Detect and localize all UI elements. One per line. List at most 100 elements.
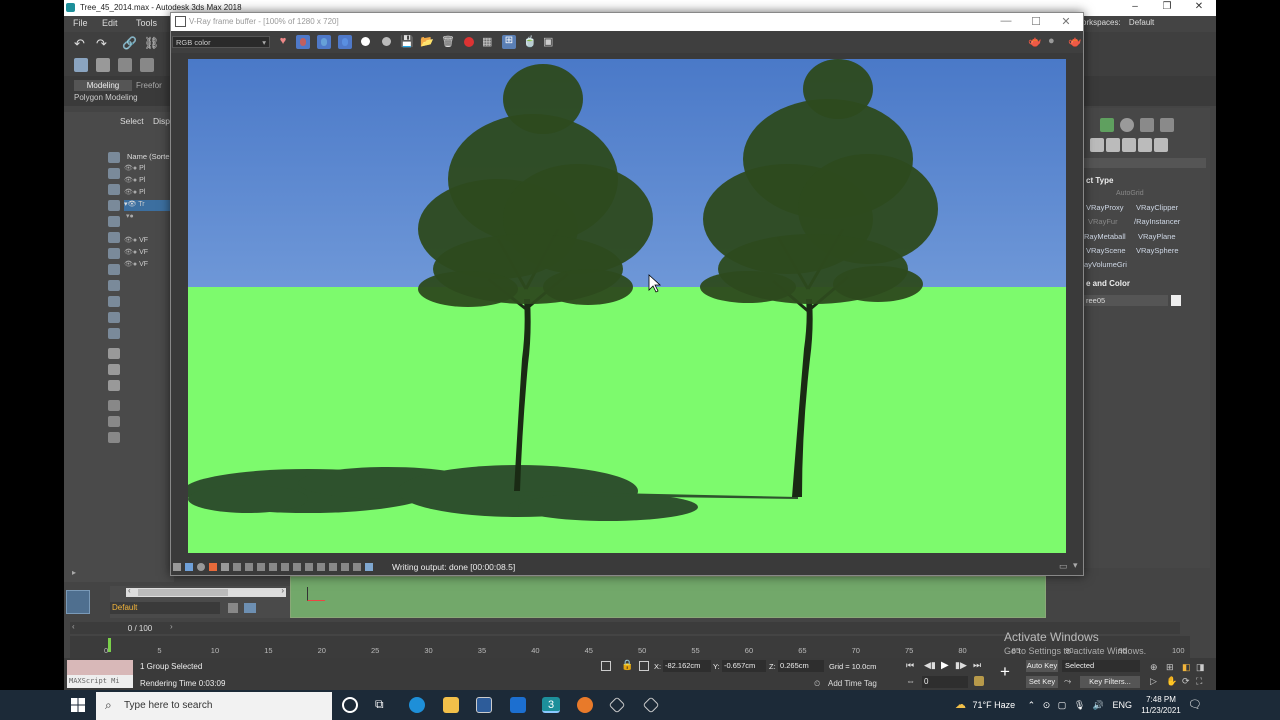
shapes-icon[interactable] [1106, 138, 1120, 152]
ribbon-tab-modeling[interactable]: Modeling [74, 80, 132, 91]
menu-edit[interactable]: Edit [102, 18, 118, 28]
vfb-teapot-icon-2[interactable]: ● [1048, 35, 1062, 49]
weather-text[interactable]: 71°F Haze [973, 700, 1016, 710]
vrayinstancer-button[interactable]: /RayInstancer [1134, 217, 1180, 226]
explorer-layer-icon[interactable] [108, 432, 120, 443]
weather-icon[interactable]: ☁ [955, 699, 966, 711]
list-item[interactable]: ▾👁 Tr [124, 200, 174, 211]
maxscript-mini-listener[interactable]: MAXScript Mi [67, 675, 133, 688]
vrayclipper-button[interactable]: VRayClipper [1136, 203, 1178, 212]
auto-key-button[interactable]: Auto Key [1026, 660, 1058, 672]
x-coord-field[interactable]: -82.162cm [663, 660, 711, 672]
list-item[interactable]: 👁● Pl [124, 176, 174, 187]
filter-hidden-icon[interactable] [108, 328, 120, 339]
z-coord-field[interactable]: 0.265cm [778, 660, 824, 672]
cortana-icon[interactable] [342, 697, 358, 713]
explorer-horizontal-scrollbar[interactable]: ‹ › [126, 586, 286, 597]
task-view-icon[interactable]: ⧉ [375, 697, 391, 713]
time-configuration-icon[interactable] [974, 676, 984, 686]
list-item[interactable]: 👁● Pl [124, 164, 174, 175]
region-render-icon[interactable]: ▦ [482, 35, 496, 49]
time-cursor[interactable] [108, 638, 111, 652]
filter-spacewarps-icon[interactable] [108, 232, 120, 243]
teapot-icon[interactable] [74, 58, 88, 72]
add-time-tag[interactable]: Add Time Tag [828, 679, 877, 688]
network-icon[interactable]: ⊙ [1043, 700, 1051, 710]
viewport-navigation-icons[interactable]: ⊕ ⊞ ◧ ◨ ▷ ✋ ⟳ ⛶ [1148, 660, 1208, 688]
mail-icon[interactable] [510, 697, 526, 713]
vfb-status-tools[interactable] [173, 563, 373, 572]
taskbar-search-box[interactable]: ⌕ Type here to search [96, 692, 332, 720]
name-and-color-header[interactable]: e and Color [1086, 279, 1130, 288]
absolute-mode-icon[interactable] [639, 661, 649, 671]
zoom-extents-all-icon[interactable]: ◨ [1196, 662, 1205, 673]
lights-icon[interactable] [1122, 138, 1136, 152]
load-image-icon[interactable]: 📂 [420, 35, 434, 49]
go-to-start-icon[interactable]: ⏮ [906, 660, 914, 671]
utilities-tab-icon[interactable] [1160, 118, 1174, 132]
tray-chevron-icon[interactable]: ⌃ [1028, 700, 1036, 710]
scroll-left-icon[interactable]: ‹ [128, 586, 131, 595]
render-frame-icon[interactable] [140, 58, 154, 72]
hierarchy-tab-icon[interactable] [1140, 118, 1154, 132]
max-minimize-button[interactable]: – [1120, 1, 1150, 12]
render-history-icon[interactable]: ▣ [543, 35, 557, 49]
histogram-icon[interactable] [305, 563, 313, 571]
viewport-thumbnail[interactable] [66, 590, 90, 614]
list-item[interactable]: 👁● Pl [124, 188, 174, 199]
exposure-icon[interactable] [221, 563, 229, 571]
vraymetaball-button[interactable]: RayMetaball [1084, 232, 1126, 241]
object-type-header[interactable]: ct Type [1086, 176, 1113, 185]
lut-icon[interactable] [209, 563, 217, 571]
layer-manager-icon[interactable] [244, 603, 256, 613]
explorer-tab-display[interactable]: Disp [153, 116, 170, 126]
vfb-teapot-icon-1[interactable]: 🫖 [1028, 35, 1042, 49]
filter-bones-icon[interactable] [108, 280, 120, 291]
lock-selection-icon[interactable]: 🔒 [621, 660, 633, 671]
cameras-icon[interactable] [1138, 138, 1152, 152]
y-coord-field[interactable]: -0.657cm [722, 660, 766, 672]
curve-icon[interactable] [281, 563, 289, 571]
max-close-button[interactable]: ✕ [1184, 1, 1214, 12]
link-icon[interactable]: 🔗 [122, 36, 137, 50]
compare-icon[interactable] [317, 563, 325, 571]
white-balance-icon[interactable] [233, 563, 241, 571]
vfb-teapot-icon-3[interactable]: 🫖 [1068, 35, 1082, 49]
color-corrections-icon[interactable]: ♥ [276, 35, 290, 49]
vrayfur-button[interactable]: VRayFur [1088, 217, 1118, 226]
zoom-icon[interactable]: ⊕ [1150, 662, 1158, 673]
object-color-swatch[interactable] [1171, 295, 1181, 306]
list-item[interactable]: 👁● VF [124, 248, 174, 259]
list-item[interactable]: ▾● [124, 212, 174, 223]
geometry-icon[interactable] [1090, 138, 1104, 152]
menu-file[interactable]: File [73, 18, 88, 28]
render-setup-icon[interactable] [96, 58, 110, 72]
filter-helpers-icon[interactable] [108, 216, 120, 227]
horizontal-compare-icon[interactable] [329, 563, 337, 571]
workspaces-selector[interactable]: orkspaces: Default [1082, 18, 1154, 27]
filter-frozen-icon[interactable] [108, 312, 120, 323]
save-image-icon[interactable]: 💾 [400, 35, 414, 49]
volume-icon[interactable]: 🔊 [1093, 700, 1104, 710]
time-prev-icon[interactable]: ‹ [72, 622, 75, 631]
key-selection-dropdown[interactable]: Selected [1062, 660, 1140, 672]
vrayplane-button[interactable]: VRayPlane [1138, 232, 1176, 241]
explorer-tab-select[interactable]: Select [120, 116, 144, 126]
track-view-area[interactable] [290, 576, 1046, 618]
channel-select[interactable]: RGB color ▾ [172, 36, 270, 48]
ribbon-panel-polygon-modeling[interactable]: Polygon Modeling [74, 93, 138, 102]
set-key-button[interactable]: Set Key [1026, 676, 1058, 688]
list-item[interactable]: 👁● VF [124, 236, 174, 247]
expand-arrow-icon[interactable]: ▸ [72, 568, 76, 577]
blue-channel-toggle-icon[interactable] [338, 35, 352, 49]
mono-mode-icon[interactable] [380, 35, 394, 49]
vrayvolumegrid-button[interactable]: ayVolumeGri [1084, 260, 1127, 269]
history-icon[interactable] [173, 563, 181, 571]
zoom-all-icon[interactable]: ⊞ [1166, 662, 1174, 673]
edge-icon[interactable] [409, 697, 425, 713]
3ds-max-taskbar-icon[interactable]: 3 [542, 697, 560, 713]
helpers-icon[interactable] [1154, 138, 1168, 152]
field-of-view-icon[interactable]: ▷ [1150, 676, 1157, 687]
vertical-compare-icon[interactable] [341, 563, 349, 571]
next-frame-icon[interactable]: ▮▶ [955, 660, 967, 671]
